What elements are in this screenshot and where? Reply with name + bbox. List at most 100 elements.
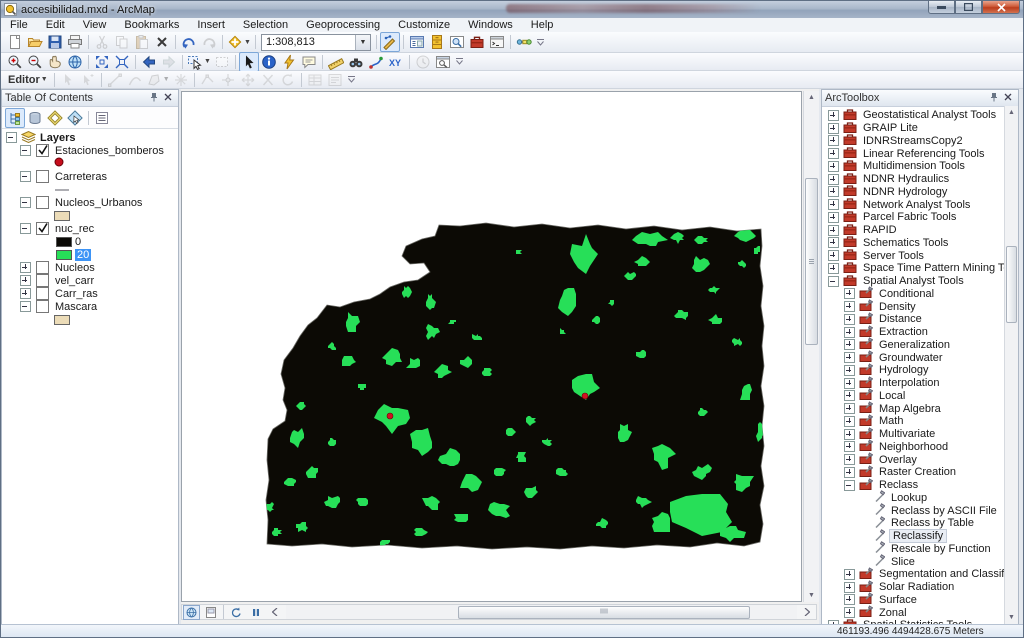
rotate-tool-button[interactable]	[278, 70, 298, 90]
expand-icon[interactable]	[828, 174, 839, 185]
endpoint-arc-button[interactable]	[125, 70, 145, 90]
list-by-selection-button[interactable]	[65, 108, 85, 128]
paste-button[interactable]	[132, 32, 152, 52]
move-tool-button[interactable]	[238, 70, 258, 90]
attributes-button[interactable]	[305, 70, 325, 90]
python-window-button[interactable]	[487, 32, 507, 52]
toolbox-item-label[interactable]: GRAIP Lite	[861, 122, 920, 134]
edit-annotation-tool-button[interactable]	[78, 70, 98, 90]
time-slider-button[interactable]	[413, 52, 433, 72]
polygon-symbol-tan[interactable]	[54, 211, 70, 221]
toolbox-item-label[interactable]: Reclass	[877, 479, 920, 491]
map-vertical-scrollbar[interactable]: ▲ ▼	[803, 91, 819, 602]
toolbox-item-label[interactable]: Raster Creation	[877, 466, 958, 478]
toolbox-item-distance[interactable]: Distance	[822, 313, 1005, 326]
toc-layer-vel_carr[interactable]: vel_carr	[2, 274, 178, 287]
expand-icon[interactable]	[844, 314, 855, 325]
toolbox-item-label[interactable]: Reclassify	[889, 529, 947, 543]
toolbox-item-reclass-by-table[interactable]: Reclass by Table	[822, 517, 1005, 530]
map-canvas[interactable]	[182, 92, 801, 601]
delete-button[interactable]	[152, 32, 172, 52]
redo-button[interactable]	[199, 32, 219, 52]
straight-segment-button[interactable]	[105, 70, 125, 90]
hscroll-thumb[interactable]	[458, 606, 750, 619]
pause-drawing-button[interactable]	[247, 605, 264, 620]
toolbox-scroll-down-arrow[interactable]: ▼	[1005, 611, 1018, 624]
toolbox-item-label[interactable]: Spatial Analyst Tools	[861, 275, 966, 287]
toolbox-item-rescale-by-function[interactable]: Rescale by Function	[822, 543, 1005, 556]
scroll-down-arrow[interactable]: ▼	[804, 589, 819, 602]
toolbox-item-hydrology[interactable]: Hydrology	[822, 364, 1005, 377]
toolbox-item-map-algebra[interactable]: Map Algebra	[822, 402, 1005, 415]
find-button[interactable]	[346, 52, 366, 72]
collapse-icon[interactable]	[20, 223, 31, 234]
combo-dropdown-arrow[interactable]: ▼	[355, 35, 370, 50]
menu-file[interactable]: File	[1, 18, 37, 32]
menu-windows[interactable]: Windows	[459, 18, 522, 32]
fixed-zoom-in-button[interactable]	[92, 52, 112, 72]
toc-layer-carr_ras[interactable]: Carr_ras	[2, 287, 178, 300]
measure-button[interactable]	[326, 52, 346, 72]
toolbox-item-reclass[interactable]: Reclass	[822, 479, 1005, 492]
toolbox-item-label[interactable]: Space Time Pattern Mining Tools	[861, 262, 1005, 274]
toolbox-item-reclass-by-ascii-file[interactable]: Reclass by ASCII File	[822, 504, 1005, 517]
viewer-window-button[interactable]	[433, 52, 453, 72]
layer-visibility-checkbox[interactable]	[36, 287, 49, 300]
expand-icon[interactable]	[844, 416, 855, 427]
toolbox-item-extraction[interactable]: Extraction	[822, 326, 1005, 339]
toolbox-item-generalization[interactable]: Generalization	[822, 339, 1005, 352]
arctoolbox-scrollbar[interactable]: ▲ ▼	[1004, 106, 1018, 624]
toolbox-scroll-thumb[interactable]	[1006, 246, 1017, 323]
list-by-drawing-order-button[interactable]	[5, 108, 25, 128]
map-scale-combo[interactable]: 1:308,813▼	[261, 34, 371, 51]
expand-icon[interactable]	[844, 378, 855, 389]
collapse-icon[interactable]	[828, 276, 839, 287]
select-elements-button[interactable]	[239, 52, 259, 72]
toolbox-item-label[interactable]: Lookup	[889, 492, 929, 504]
close-button[interactable]	[982, 1, 1020, 14]
expand-icon[interactable]	[844, 327, 855, 338]
layer-visibility-checkbox[interactable]	[36, 222, 49, 235]
toolbox-item-label[interactable]: Geostatistical Analyst Tools	[861, 109, 998, 121]
go-to-xy-button[interactable]: XY	[386, 52, 406, 72]
toolbox-item-label[interactable]: Conditional	[877, 288, 936, 300]
sketch-properties-button[interactable]	[325, 70, 345, 90]
menu-help[interactable]: Help	[522, 18, 563, 32]
layer-visibility-checkbox[interactable]	[36, 196, 49, 209]
expand-icon[interactable]	[844, 352, 855, 363]
menu-insert[interactable]: Insert	[188, 18, 234, 32]
add-data-button[interactable]: ▼	[226, 32, 252, 52]
clear-selected-features-button[interactable]	[212, 52, 232, 72]
new-document-button[interactable]	[5, 32, 25, 52]
polygon-symbol-tan[interactable]	[54, 315, 70, 325]
toc-layer-nuc_rec[interactable]: nuc_rec	[2, 222, 178, 235]
pan-button[interactable]	[45, 52, 65, 72]
menu-geoprocessing[interactable]: Geoprocessing	[297, 18, 389, 32]
line-symbol[interactable]	[54, 184, 70, 196]
menu-selection[interactable]: Selection	[234, 18, 297, 32]
toc-layer-nucleos_urbanos[interactable]: Nucleos_Urbanos	[2, 196, 178, 209]
raster-class-label[interactable]: 0	[75, 236, 81, 248]
layer-label[interactable]: Estaciones_bomberos	[55, 145, 164, 157]
toolbox-item-label[interactable]: Surface	[877, 594, 919, 606]
collapse-icon[interactable]	[20, 171, 31, 182]
expand-icon[interactable]	[844, 288, 855, 299]
toc-close-icon[interactable]	[161, 92, 175, 104]
toolbox-item-label[interactable]: Local	[877, 390, 907, 402]
layer-visibility-checkbox[interactable]	[36, 144, 49, 157]
arctoolbox-close-icon[interactable]	[1001, 92, 1015, 104]
toolbox-item-zonal[interactable]: Zonal	[822, 606, 1005, 619]
expand-icon[interactable]	[20, 275, 31, 286]
toolbox-item-slice[interactable]: Slice	[822, 555, 1005, 568]
toolbox-item-overlay[interactable]: Overlay	[822, 453, 1005, 466]
toolbox-item-label[interactable]: IDNRStreamsCopy2	[861, 135, 965, 147]
toc-options-button[interactable]	[92, 108, 112, 128]
zoom-out-button[interactable]	[25, 52, 45, 72]
list-by-visibility-button[interactable]	[45, 108, 65, 128]
toolbox-item-interpolation[interactable]: Interpolation	[822, 377, 1005, 390]
catalog-window-button[interactable]	[427, 32, 447, 52]
layer-label[interactable]: nuc_rec	[55, 223, 94, 235]
toc-data-frame-layers[interactable]: Layers	[2, 131, 178, 144]
map-data-frame[interactable]	[181, 91, 802, 602]
expand-icon[interactable]	[844, 467, 855, 478]
